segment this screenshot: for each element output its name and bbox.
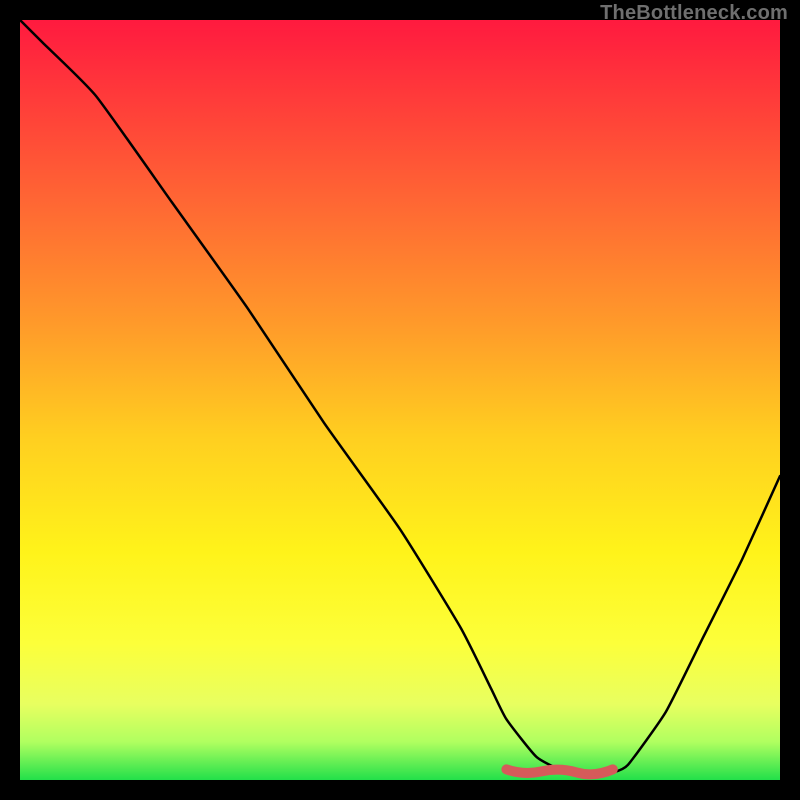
chart-frame: TheBottleneck.com [0,0,800,800]
gradient-background [20,20,780,780]
bottleneck-chart [20,20,780,780]
plot-area [20,20,780,780]
watermark-text: TheBottleneck.com [600,2,788,25]
sweet-spot-marker [506,769,612,774]
